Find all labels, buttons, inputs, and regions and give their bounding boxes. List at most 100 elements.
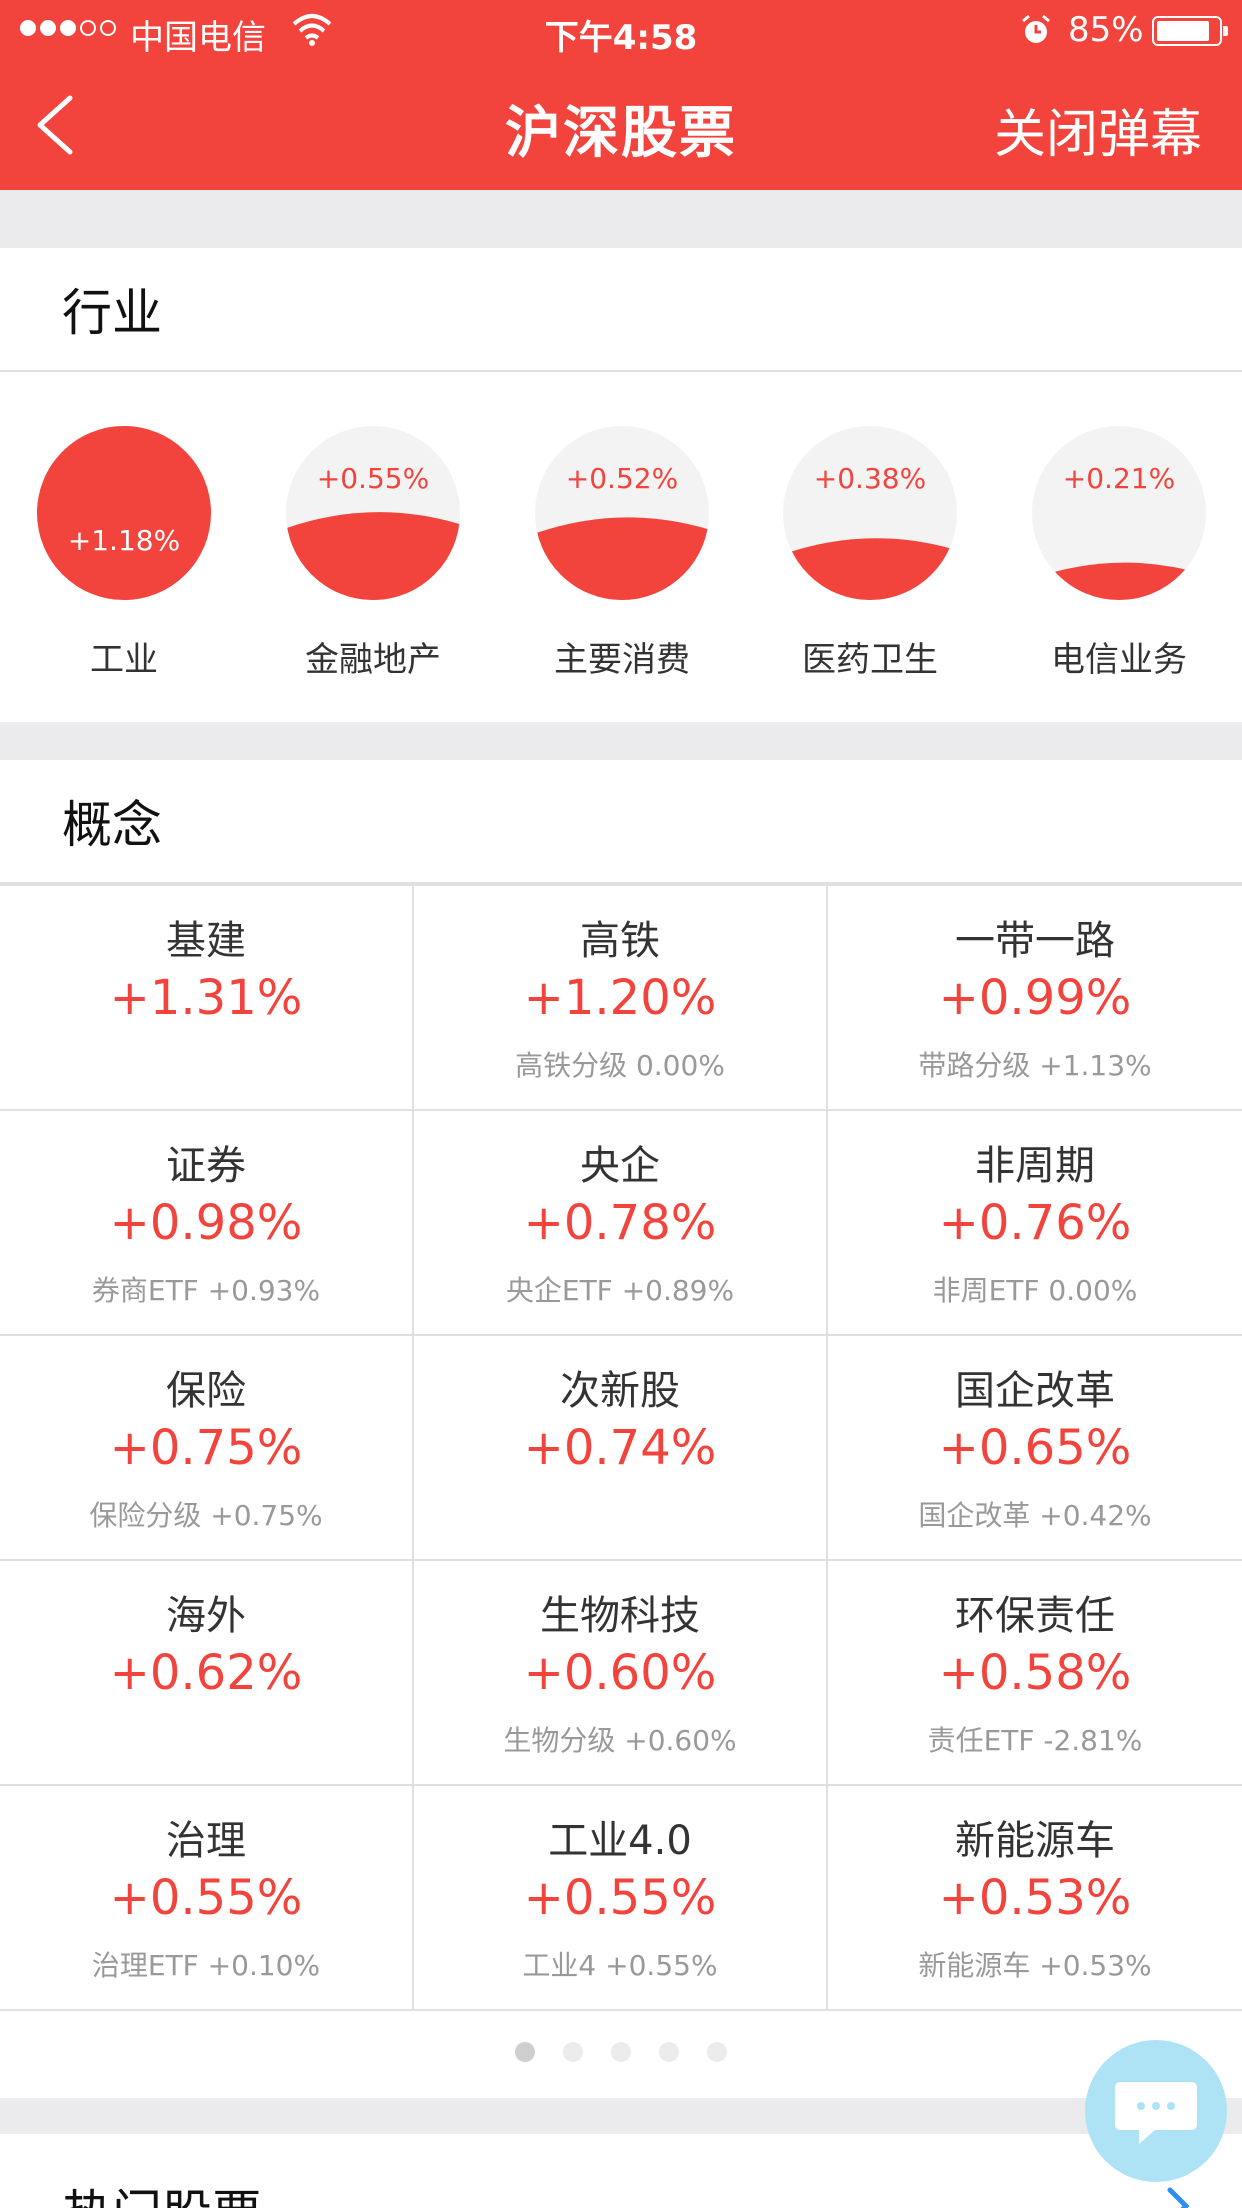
concept-fund: 高铁分级 0.00%: [515, 1049, 725, 1082]
industry-item[interactable]: +0.21% 电信业务: [1031, 426, 1207, 681]
concept-name: 高铁: [580, 918, 660, 964]
concept-cell[interactable]: 海外 +0.62%: [0, 1561, 414, 1786]
concept-name: 治理: [166, 1818, 246, 1864]
concept-fund: 治理ETF +0.10%: [91, 1949, 321, 1982]
concept-fund: 保险分级 +0.75%: [89, 1499, 323, 1532]
gauge-fill: [286, 512, 460, 600]
concept-cell[interactable]: 证券 +0.98% 券商ETF +0.93%: [0, 1111, 414, 1336]
concept-change: +0.78%: [523, 1195, 717, 1251]
gauge-fill: [37, 426, 211, 600]
concept-cell[interactable]: 环保责任 +0.58% 责任ETF -2.81%: [828, 1561, 1242, 1786]
concept-name: 次新股: [560, 1368, 680, 1414]
page-dot[interactable]: [515, 2042, 535, 2062]
concept-name: 非周期: [975, 1143, 1095, 1189]
gauge-fill: [535, 517, 709, 600]
hot-stocks-title: 热门股票: [62, 2174, 262, 2208]
concept-name: 工业4.0: [548, 1818, 692, 1864]
concept-fund: 工业4 +0.55%: [522, 1949, 718, 1982]
concept-change: +0.98%: [109, 1195, 303, 1251]
concept-name: 一带一路: [955, 918, 1115, 964]
concept-grid: 基建 +1.31% 高铁 +1.20% 高铁分级 0.00% 一带一路 +0.99% 带路分级…: [0, 884, 1242, 2011]
industry-name: 电信业务: [1051, 640, 1187, 680]
concept-title: 概念: [0, 760, 1242, 884]
industry-change: +1.18%: [68, 524, 180, 557]
page-dot[interactable]: [659, 2042, 679, 2062]
concept-change: +0.76%: [938, 1195, 1132, 1251]
concept-name: 生物科技: [540, 1593, 700, 1639]
top-bar: 中国电信 下午4:58 85% 沪深股票 关闭弹幕: [0, 0, 1242, 190]
concept-fund: 非周ETF 0.00%: [932, 1274, 1138, 1307]
concept-name: 环保责任: [955, 1593, 1115, 1639]
industry-name: 医药卫生: [802, 640, 938, 680]
concept-cell[interactable]: 高铁 +1.20% 高铁分级 0.00%: [414, 886, 828, 1111]
industry-name: 主要消费: [554, 640, 690, 680]
concept-fund: 央企ETF +0.89%: [505, 1274, 735, 1307]
concept-change: +1.31%: [109, 970, 303, 1026]
status-time: 下午4:58: [544, 18, 698, 58]
gauge-fill: [783, 538, 957, 600]
page-dot[interactable]: [707, 2042, 727, 2062]
page-indicator: [0, 2042, 1242, 2062]
chat-button[interactable]: [1085, 2040, 1227, 2182]
industry-change: +0.21%: [1063, 462, 1175, 495]
industry-section: 行业 +1.18% 工业 +0.55% 金融地产 +0.52% 主要消费 +0.38% 医药卫…: [0, 248, 1242, 722]
industry-gauge: +0.38%: [783, 426, 957, 600]
concept-cell[interactable]: 非周期 +0.76% 非周ETF 0.00%: [828, 1111, 1242, 1336]
hot-stocks-section[interactable]: 热门股票: [0, 2134, 1242, 2208]
concept-change: +0.75%: [109, 1420, 303, 1476]
chat-bubble-icon: [1115, 2082, 1197, 2144]
concept-change: +0.58%: [938, 1645, 1132, 1701]
concept-cell[interactable]: 国企改革 +0.65% 国企改革 +0.42%: [828, 1336, 1242, 1561]
concept-name: 海外: [166, 1593, 246, 1639]
concept-name: 证券: [166, 1143, 246, 1189]
close-danmaku-button[interactable]: 关闭弹幕: [994, 92, 1202, 167]
concept-cell[interactable]: 次新股 +0.74%: [414, 1336, 828, 1561]
alarm-icon: [1022, 14, 1050, 43]
concept-fund: 带路分级 +1.13%: [918, 1049, 1152, 1082]
concept-change: +0.99%: [938, 970, 1132, 1026]
concept-cell[interactable]: 治理 +0.55% 治理ETF +0.10%: [0, 1786, 414, 2011]
concept-fund: 生物分级 +0.60%: [503, 1724, 737, 1757]
industry-item[interactable]: +0.38% 医药卫生: [782, 426, 958, 681]
status-bar: 中国电信 下午4:58 85%: [0, 0, 1242, 60]
concept-cell[interactable]: 基建 +1.31%: [0, 886, 414, 1111]
concept-change: +0.53%: [938, 1870, 1132, 1926]
industry-item[interactable]: +1.18% 工业: [36, 426, 212, 681]
concept-cell[interactable]: 工业4.0 +0.55% 工业4 +0.55%: [414, 1786, 828, 2011]
concept-name: 保险: [166, 1368, 246, 1414]
page-dot[interactable]: [563, 2042, 583, 2062]
industry-list: +1.18% 工业 +0.55% 金融地产 +0.52% 主要消费 +0.38% 医药卫生 +0…: [0, 372, 1242, 722]
concept-change: +0.65%: [938, 1420, 1132, 1476]
page-dot[interactable]: [611, 2042, 631, 2062]
concept-change: +0.74%: [523, 1420, 717, 1476]
industry-name: 工业: [90, 640, 158, 680]
concept-fund: 责任ETF -2.81%: [927, 1724, 1143, 1757]
concept-cell[interactable]: 央企 +0.78% 央企ETF +0.89%: [414, 1111, 828, 1336]
concept-change: +0.55%: [109, 1870, 303, 1926]
concept-cell[interactable]: 保险 +0.75% 保险分级 +0.75%: [0, 1336, 414, 1561]
industry-gauge: +0.21%: [1032, 426, 1206, 600]
concept-name: 央企: [580, 1143, 660, 1189]
concept-name: 新能源车: [955, 1818, 1115, 1864]
concept-cell[interactable]: 新能源车 +0.53% 新能源车 +0.53%: [828, 1786, 1242, 2011]
concept-section: 概念 基建 +1.31% 高铁 +1.20% 高铁分级 0.00% 一带一路 +0.99% 带…: [0, 760, 1242, 2098]
concept-change: +0.55%: [523, 1870, 717, 1926]
industry-change: +0.55%: [317, 462, 429, 495]
concept-name: 基建: [166, 918, 246, 964]
battery-percent: 85%: [1068, 10, 1144, 50]
industry-name: 金融地产: [305, 640, 441, 680]
industry-gauge: +0.55%: [286, 426, 460, 600]
concept-cell[interactable]: 生物科技 +0.60% 生物分级 +0.60%: [414, 1561, 828, 1786]
concept-fund: 国企改革 +0.42%: [918, 1499, 1152, 1532]
concept-change: +0.60%: [523, 1645, 717, 1701]
concept-cell[interactable]: 一带一路 +0.99% 带路分级 +1.13%: [828, 886, 1242, 1111]
industry-gauge: +1.18%: [37, 426, 211, 600]
concept-change: +0.62%: [109, 1645, 303, 1701]
industry-gauge: +0.52%: [535, 426, 709, 600]
industry-item[interactable]: +0.52% 主要消费: [534, 426, 710, 681]
industry-item[interactable]: +0.55% 金融地产: [285, 426, 461, 681]
chevron-right-icon[interactable]: [1166, 2186, 1192, 2208]
industry-title: 行业: [0, 248, 1242, 372]
industry-change: +0.38%: [814, 462, 926, 495]
concept-fund: 新能源车 +0.53%: [918, 1949, 1152, 1982]
